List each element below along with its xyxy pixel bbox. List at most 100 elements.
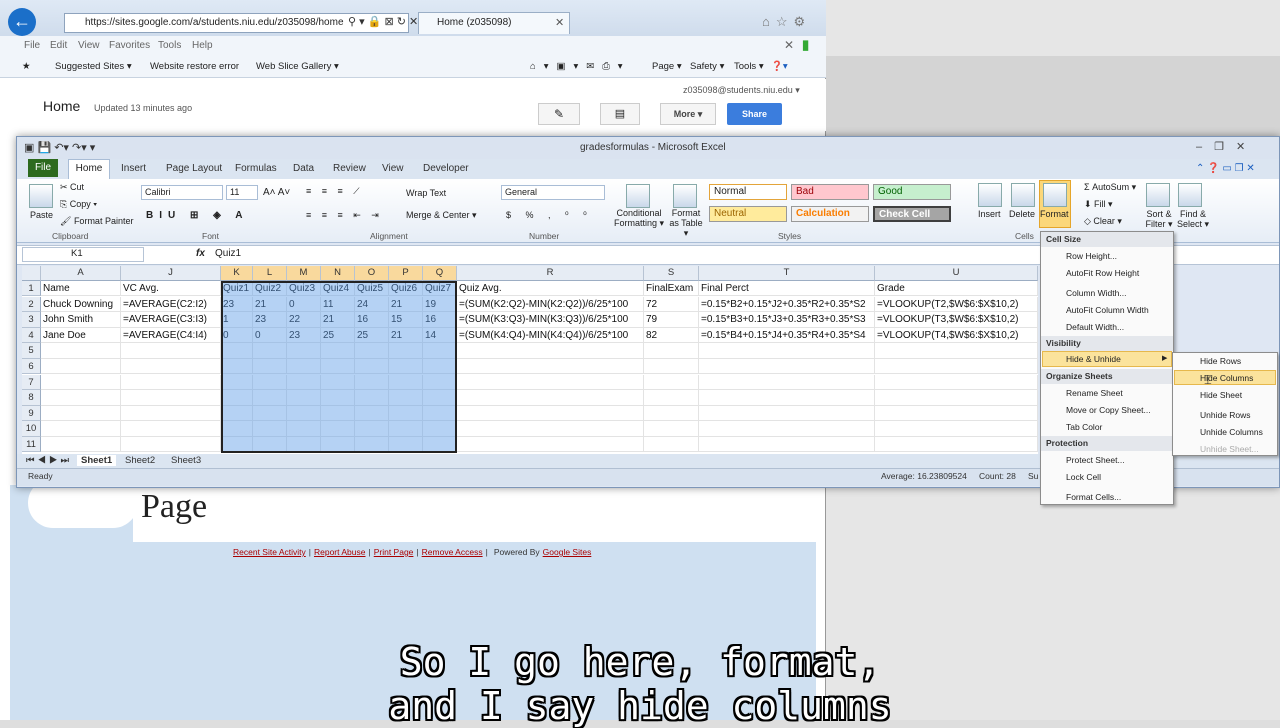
menu-format-cells[interactable]: Format Cells... (1066, 492, 1121, 502)
format-button[interactable]: Format (1040, 209, 1069, 219)
tab-page-layout[interactable]: Page Layout (166, 163, 222, 174)
delete-cells-icon[interactable] (1011, 183, 1035, 207)
conditional-formatting-icon[interactable] (626, 184, 650, 208)
find-select-button[interactable]: Find & Select ▾ (1176, 209, 1210, 229)
cell[interactable]: 82 (644, 327, 699, 344)
cell[interactable] (121, 437, 221, 453)
menu-row-height[interactable]: Row Height... (1066, 251, 1117, 261)
cell[interactable]: =0.15*B4+0.15*J4+0.35*R4+0.35*S4 (699, 327, 875, 344)
cell[interactable]: =0.15*B2+0.15*J2+0.35*R2+0.35*S2 (699, 296, 875, 312)
row-header[interactable]: 4 (22, 327, 41, 344)
cell[interactable] (699, 405, 875, 422)
formula-input[interactable]: Quiz1 (215, 248, 241, 259)
menu-autofit-row[interactable]: AutoFit Row Height (1066, 268, 1139, 278)
cell[interactable] (121, 343, 221, 359)
help-icon[interactable]: ❓▾ (771, 61, 788, 72)
cell[interactable]: =AVERAGE(C2:I2) (121, 296, 221, 312)
tab-view[interactable]: View (382, 163, 404, 174)
cell[interactable] (121, 390, 221, 406)
menu-view[interactable]: View (78, 40, 100, 51)
row-header[interactable]: 3 (22, 312, 41, 328)
column-header[interactable]: N (321, 266, 355, 281)
column-header[interactable]: J (121, 266, 221, 281)
edit-pencil-icon[interactable]: ✎ (538, 103, 580, 125)
number-format-box[interactable]: General (501, 185, 605, 200)
menu-autofit-column[interactable]: AutoFit Column Width (1066, 305, 1149, 315)
column-header[interactable]: K (221, 266, 253, 281)
favorites-star-icon[interactable]: ★ (22, 61, 31, 72)
cell[interactable] (699, 374, 875, 390)
insert-button[interactable]: Insert (978, 209, 1001, 219)
cell[interactable] (41, 343, 121, 359)
cell[interactable] (644, 390, 699, 406)
tab-file[interactable]: File (28, 159, 58, 177)
cell[interactable] (457, 437, 644, 453)
tab-review[interactable]: Review (333, 163, 366, 174)
cell[interactable] (699, 390, 875, 406)
fav-suggested-sites[interactable]: Suggested Sites ▾ (55, 61, 132, 72)
tab-close-icon[interactable]: ✕ (555, 16, 564, 29)
menu-help[interactable]: Help (192, 40, 213, 51)
menu-favorites[interactable]: Favorites (109, 40, 150, 51)
cell[interactable]: =AVERAGE(C4:I4) (121, 327, 221, 344)
copy-button[interactable]: ⎘ Copy ▾ (60, 199, 97, 210)
ribbon-help-icons[interactable]: ⌃ ❓ ▭ ❐ ✕ (1196, 163, 1255, 174)
cell[interactable] (644, 359, 699, 375)
cell[interactable]: Final Perct (699, 281, 875, 297)
autosum-button[interactable]: Σ AutoSum ▾ (1084, 182, 1136, 193)
horizontal-align-icons[interactable]: ≡ ≡ ≡ ⇤ ⇥ (306, 210, 383, 221)
row-header[interactable]: 6 (22, 359, 41, 375)
back-arrow-icon[interactable]: ← (8, 8, 36, 36)
cell[interactable]: =0.15*B3+0.15*J3+0.35*R3+0.35*S3 (699, 312, 875, 328)
delete-button[interactable]: Delete (1009, 209, 1035, 219)
row-header[interactable]: 1 (22, 281, 41, 297)
sheet-tab-3[interactable]: Sheet3 (171, 455, 201, 466)
cell[interactable] (875, 374, 1038, 390)
find-select-icon[interactable] (1178, 183, 1202, 207)
cell[interactable]: Name (41, 281, 121, 297)
cell[interactable]: =(SUM(K4:Q4)-MIN(K4:Q4))/6/25*100 (457, 327, 644, 344)
footer-report-abuse[interactable]: Report Abuse (314, 547, 366, 557)
style-calculation[interactable]: Calculation (791, 206, 869, 222)
cell[interactable]: Chuck Downing (41, 296, 121, 312)
cell[interactable] (875, 437, 1038, 453)
cell[interactable]: Quiz Avg. (457, 281, 644, 297)
cell[interactable] (457, 405, 644, 422)
cell[interactable] (121, 374, 221, 390)
more-button[interactable]: More ▾ (660, 103, 716, 125)
cell[interactable] (457, 421, 644, 437)
format-painter-button[interactable]: 🖌 Format Painter (60, 216, 133, 227)
column-header[interactable]: R (457, 266, 644, 281)
cell[interactable]: Jane Doe (41, 327, 121, 344)
cell[interactable] (875, 421, 1038, 437)
submenu-unhide-sheet[interactable]: Unhide Sheet... (1200, 444, 1259, 454)
menu-rename-sheet[interactable]: Rename Sheet (1066, 388, 1123, 398)
cell[interactable] (457, 343, 644, 359)
cell[interactable] (41, 359, 121, 375)
cell[interactable]: John Smith (41, 312, 121, 328)
fx-icon[interactable]: fx (196, 248, 205, 259)
row-header[interactable]: 9 (22, 405, 41, 422)
site-user[interactable]: z035098@students.niu.edu ▾ (683, 85, 800, 96)
column-header[interactable]: A (41, 266, 121, 281)
paste-label[interactable]: Paste (30, 210, 53, 220)
fav-web-slice[interactable]: Web Slice Gallery ▾ (256, 61, 339, 72)
menu-default-width[interactable]: Default Width... (1066, 322, 1124, 332)
menu-move-copy[interactable]: Move or Copy Sheet... (1066, 405, 1151, 415)
window-controls-icon[interactable]: –❐✕ (1196, 140, 1257, 153)
cell[interactable] (875, 405, 1038, 422)
submenu-hide-sheet[interactable]: Hide Sheet (1200, 390, 1242, 400)
column-header[interactable]: M (287, 266, 321, 281)
sheet-tab-2[interactable]: Sheet2 (125, 455, 155, 466)
cell[interactable] (644, 343, 699, 359)
menu-protect-sheet[interactable]: Protect Sheet... (1066, 455, 1125, 465)
bold-italic-underline-icons[interactable]: BIU ⊞ ◈ A (146, 210, 248, 221)
cell[interactable] (644, 437, 699, 453)
cell[interactable]: =VLOOKUP(T2,$W$6:$X$10,2) (875, 296, 1038, 312)
cell[interactable] (41, 374, 121, 390)
vertical-align-icons[interactable]: ≡ ≡ ≡ ⟋ (306, 186, 364, 197)
paste-icon[interactable] (29, 184, 53, 208)
cell[interactable] (457, 359, 644, 375)
close-menubar-icon[interactable]: ✕ (784, 38, 794, 52)
row-header[interactable]: 11 (22, 437, 41, 453)
